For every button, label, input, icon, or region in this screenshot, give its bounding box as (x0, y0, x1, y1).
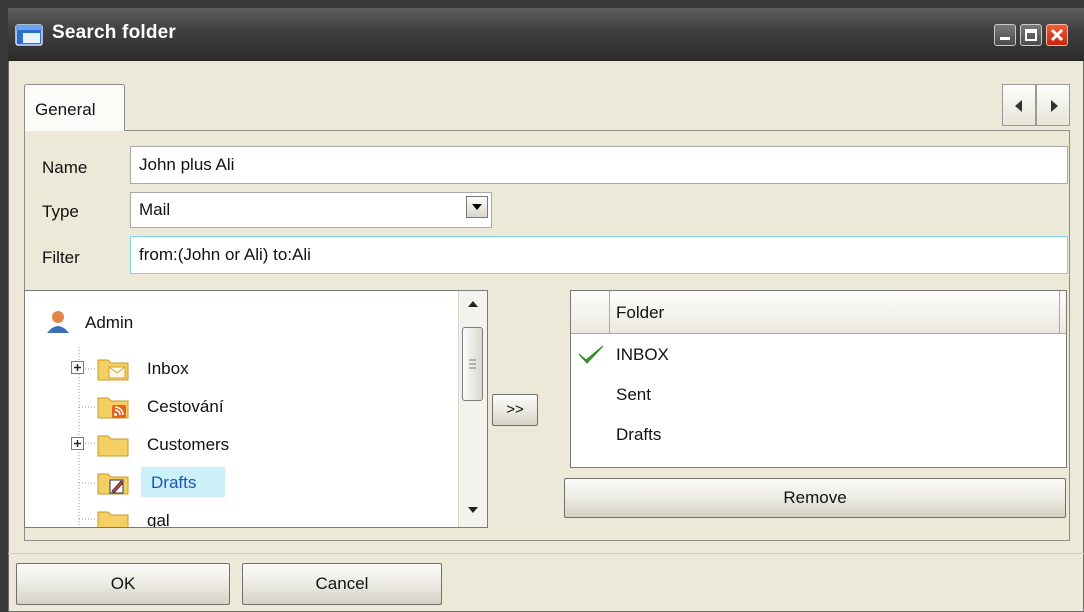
list-item[interactable]: Sent (571, 375, 1066, 413)
tree-root-admin[interactable]: Admin (45, 309, 245, 339)
arrow-left-icon (1015, 100, 1022, 112)
folder-icon (97, 511, 129, 527)
tree-root-label: Admin (85, 313, 134, 332)
tree-item[interactable]: gal (71, 507, 331, 528)
column-separator (609, 291, 610, 333)
column-separator (1059, 291, 1060, 333)
name-input[interactable]: John plus Ali (130, 146, 1068, 184)
folder-tree[interactable]: Admin Inbox Cestování Customers Drafts g… (24, 290, 488, 528)
arrow-up-icon (468, 301, 478, 307)
expand-icon (71, 361, 84, 374)
tab-scroll-right-button[interactable] (1036, 84, 1070, 126)
checkmark-icon (578, 345, 604, 364)
minimize-button[interactable] (994, 24, 1016, 46)
maximize-button[interactable] (1020, 24, 1042, 46)
scroll-up-button[interactable] (459, 293, 487, 317)
tab-general-label: General (35, 100, 96, 119)
arrow-right-icon (1051, 100, 1058, 112)
list-item[interactable]: Drafts (571, 415, 1066, 453)
folder-column-header-label: Folder (616, 303, 665, 322)
rss-folder-icon (97, 397, 129, 419)
tab-general[interactable]: General (24, 84, 125, 131)
window-icon (15, 24, 43, 46)
list-item-label: Sent (616, 385, 651, 404)
add-folder-button[interactable]: >> (492, 394, 538, 426)
tree-item-label: Inbox (147, 359, 189, 378)
chevron-down-icon (472, 204, 482, 210)
cancel-button[interactable]: Cancel (242, 563, 442, 605)
type-label: Type (42, 202, 79, 221)
scrollbar-thumb[interactable] (462, 327, 483, 401)
tab-scroll-left-button[interactable] (1002, 84, 1036, 126)
title-bar[interactable]: Search folder (8, 8, 1084, 61)
expand-icon (71, 437, 84, 450)
user-icon (47, 311, 69, 333)
type-select-value: Mail (139, 200, 171, 219)
filter-input[interactable]: from:(John or Ali) to:Ali (130, 236, 1068, 274)
arrow-down-icon (468, 507, 478, 513)
tree-scrollbar[interactable] (458, 291, 487, 527)
folder-icon (97, 435, 129, 457)
list-item-label: Drafts (616, 425, 662, 444)
drafts-folder-icon (97, 473, 129, 495)
minimize-icon (1000, 37, 1010, 40)
footer-divider (8, 553, 1084, 554)
maximize-icon (1025, 29, 1037, 41)
scroll-down-button[interactable] (459, 497, 487, 521)
name-label: Name (42, 158, 88, 177)
selected-folders-list[interactable]: Folder INBOX Sent Drafts (570, 290, 1067, 468)
close-icon (1050, 28, 1064, 42)
folder-column-header[interactable]: Folder (571, 291, 1066, 334)
tree-item[interactable]: Inbox (71, 355, 331, 385)
tree-item-selected[interactable]: Drafts (71, 467, 331, 499)
filter-label: Filter (42, 248, 80, 267)
tree-item-label: gal (147, 511, 170, 528)
type-select[interactable]: Mail (130, 192, 492, 228)
window-title: Search folder (52, 22, 177, 43)
tree-item-label: Drafts (151, 473, 197, 492)
type-dropdown-button[interactable] (466, 196, 488, 218)
list-item[interactable]: INBOX (571, 335, 1066, 373)
grip-icon (469, 359, 476, 369)
search-folder-dialog: Search folder General Name John plus Ali… (8, 8, 1084, 612)
tree-item[interactable]: Cestování (71, 393, 331, 423)
close-button[interactable] (1046, 24, 1068, 46)
tree-item[interactable]: Customers (71, 431, 331, 461)
tree-item-label: Customers (147, 435, 230, 454)
inbox-folder-icon (97, 359, 129, 381)
remove-button[interactable]: Remove (564, 478, 1066, 518)
tree-item-label: Cestování (147, 397, 224, 416)
ok-button[interactable]: OK (16, 563, 230, 605)
list-item-label: INBOX (616, 345, 669, 364)
